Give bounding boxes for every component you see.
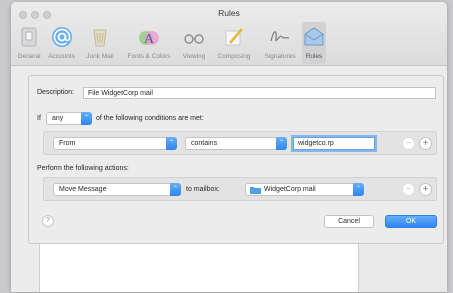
to-mailbox-label: to mailbox:: [186, 186, 220, 193]
title-bar: Rules General Accounts Junk Mail A Fonts…: [11, 2, 447, 66]
match-value: any: [52, 115, 64, 122]
toolbar-item-junk-mail[interactable]: Junk Mail: [80, 22, 120, 64]
mailbox-value: WidgetCorp mail: [264, 186, 316, 193]
rules-list-backdrop: [39, 244, 359, 292]
trash-bin-icon: [93, 29, 107, 47]
action-type-value: Move Message: [59, 186, 107, 193]
description-field[interactable]: File WidgetCorp mail: [83, 87, 436, 99]
cancel-button[interactable]: Cancel: [324, 215, 374, 228]
remove-condition-button[interactable]: −: [402, 137, 415, 150]
chevron-updown-icon: ⌃: [166, 137, 177, 150]
rules-side-backdrop: [359, 244, 445, 292]
help-button[interactable]: ?: [42, 215, 54, 227]
switch-icon: [21, 27, 37, 47]
add-action-button[interactable]: +: [419, 183, 432, 196]
actions-label: Perform the following actions:: [37, 165, 129, 172]
condition-row: From ⌃ contains ⌃ widgetco.rp − +: [43, 131, 437, 155]
toolbar-item-viewing[interactable]: Viewing: [178, 22, 210, 64]
toolbar-label: Composing: [217, 53, 251, 60]
folder-icon: [250, 187, 261, 194]
ok-button[interactable]: OK: [385, 215, 437, 228]
toolbar-label: General: [17, 53, 41, 60]
mailbox-popup[interactable]: WidgetCorp mail ⌃: [245, 183, 364, 196]
rules-icon: [304, 27, 324, 46]
window-title: Rules: [218, 8, 240, 18]
toolbar-item-composing[interactable]: Composing: [210, 22, 258, 64]
remove-action-button[interactable]: −: [402, 183, 415, 196]
condition-operator-popup[interactable]: contains ⌃: [185, 137, 287, 150]
preferences-toolbar: General Accounts Junk Mail A Fonts & Col…: [15, 22, 326, 64]
match-popup[interactable]: any ⌃: [46, 112, 92, 125]
rules-preferences-window: Rules General Accounts Junk Mail A Fonts…: [11, 2, 447, 292]
glasses-icon: [184, 34, 204, 44]
action-row: Move Message ⌃ to mailbox: WidgetCorp ma…: [43, 177, 437, 201]
at-sign-icon: [51, 27, 72, 47]
signature-icon: [270, 31, 290, 42]
font-colors-icon: A: [139, 31, 159, 47]
toolbar-item-signatures[interactable]: Signatures: [258, 22, 302, 64]
condition-field-popup[interactable]: From ⌃: [53, 137, 177, 150]
toolbar-label: Signatures: [264, 53, 296, 60]
toolbar-item-general[interactable]: General: [15, 22, 43, 64]
condition-operator-value: contains: [191, 140, 218, 147]
action-type-popup[interactable]: Move Message ⌃: [53, 183, 181, 196]
toolbar-label: Fonts & Colors: [127, 53, 171, 60]
toolbar-label: Junk Mail: [86, 53, 114, 60]
conditions-label: of the following conditions are met:: [96, 115, 204, 122]
pencil-icon: [225, 28, 243, 46]
condition-field-value: From: [59, 140, 76, 147]
if-label: If: [37, 115, 41, 122]
toolbar-item-fonts-colors[interactable]: A Fonts & Colors: [120, 22, 178, 64]
chevron-updown-icon: ⌃: [81, 112, 92, 125]
add-condition-button[interactable]: +: [419, 137, 432, 150]
chevron-updown-icon: ⌃: [276, 137, 287, 150]
toolbar-item-accounts[interactable]: Accounts: [43, 22, 80, 64]
chevron-updown-icon: ⌃: [353, 183, 364, 196]
svg-text:A: A: [144, 32, 155, 47]
toolbar-label: Rules: [305, 53, 323, 60]
toolbar-item-rules[interactable]: Rules: [302, 22, 326, 64]
rule-edit-sheet: Description: File WidgetCorp mail If any…: [28, 75, 444, 244]
toolbar-label: Viewing: [182, 53, 206, 60]
description-label: Description:: [37, 89, 74, 96]
toolbar-label: Accounts: [48, 53, 75, 60]
condition-value-field[interactable]: widgetco.rp: [293, 137, 375, 150]
chevron-updown-icon: ⌃: [170, 183, 181, 196]
